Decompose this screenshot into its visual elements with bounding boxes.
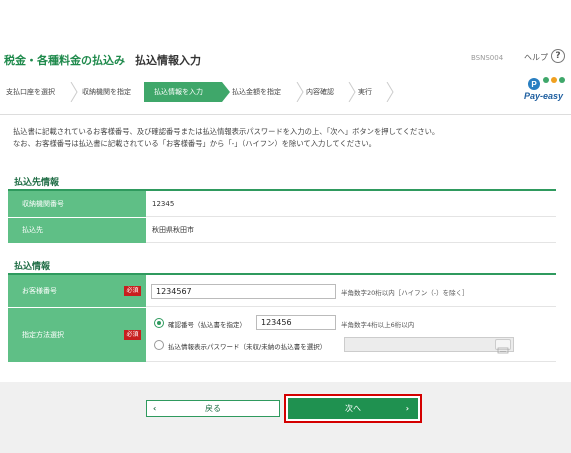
password-radio-label[interactable]: 払込情報表示パスワード（未収/未納の払込書を選択） xyxy=(168,341,326,351)
instruction-line-1: 払込書に記載されているお客様番号、及び確認番号または払込情報表示パスワードを入力… xyxy=(13,127,440,136)
required-badge: 必須 xyxy=(124,330,141,340)
instruction-text: 払込書に記載されているお客様番号、及び確認番号または払込情報表示パスワードを入力… xyxy=(13,126,439,150)
payee-section-title: 払込先情報 xyxy=(14,178,60,188)
step-separator-icon xyxy=(386,82,394,102)
page-header: 税金・各種料金の払込み 払込情報入力 BSNS004 ヘルプ ? xyxy=(0,46,571,72)
pay-easy-logo-text: Pay-easy xyxy=(524,91,564,101)
method-cell xyxy=(146,308,556,362)
step-1: 支払口座を選択 xyxy=(6,88,55,96)
institution-number-value: 12345 xyxy=(146,191,556,217)
payee-value: 秋田県秋田市 xyxy=(146,218,556,243)
back-button-label: 戻る xyxy=(205,404,221,413)
password-radio[interactable] xyxy=(154,340,164,350)
pay-easy-logo-icon: P Pay-easy xyxy=(520,76,568,104)
institution-number-label: 収納機関番号 xyxy=(8,191,146,217)
step-3-active: 払込情報を入力 xyxy=(144,82,222,102)
step-separator-icon xyxy=(348,82,356,102)
step-6: 実行 xyxy=(358,88,372,96)
confirm-number-hint: 半角数字4桁以上6桁以内 xyxy=(341,321,415,329)
step-5: 内容確認 xyxy=(306,88,334,96)
svg-text:P: P xyxy=(531,80,537,89)
chevron-right-icon: › xyxy=(405,404,409,413)
confirm-number-radio-label[interactable]: 確認番号（払込書を指定） xyxy=(168,319,246,329)
step-separator-icon xyxy=(296,82,304,102)
next-button[interactable]: 次へ › xyxy=(288,398,418,419)
password-input[interactable] xyxy=(344,337,514,352)
confirm-number-input[interactable]: 123456 xyxy=(256,315,336,330)
step-indicator: 支払口座を選択 収納機関を指定 払込情報を入力 払込金額を指定 内容確認 実行 xyxy=(0,82,400,102)
software-keyboard-icon[interactable] xyxy=(495,339,511,354)
customer-number-input[interactable]: 1234567 xyxy=(151,284,336,299)
payment-section-title: 払込情報 xyxy=(14,262,51,272)
step-active-arrow-icon xyxy=(222,82,230,102)
help-icon[interactable]: ? xyxy=(551,49,565,63)
payee-label: 払込先 xyxy=(8,218,146,243)
step-2: 収納機関を指定 xyxy=(82,88,131,96)
instruction-line-2: なお、お客様番号は払込書に記載されている「お客様番号」から「-」（ハイフン）を除… xyxy=(13,139,376,148)
help-link[interactable]: ヘルプ xyxy=(524,52,548,63)
page-subtitle: 払込情報入力 xyxy=(135,54,201,67)
customer-number-hint: 半角数字20桁以内［ハイフン（-）を除く］ xyxy=(341,289,469,297)
screen-code: BSNS004 xyxy=(471,54,504,62)
step-4: 払込金額を指定 xyxy=(232,88,281,96)
next-button-label: 次へ xyxy=(345,404,361,413)
chevron-left-icon: ‹ xyxy=(153,404,157,413)
back-button[interactable]: ‹ 戻る xyxy=(146,400,280,417)
confirm-number-radio[interactable] xyxy=(154,318,164,328)
page-title: 税金・各種料金の払込み xyxy=(4,54,125,67)
step-separator-icon xyxy=(70,82,78,102)
required-badge: 必須 xyxy=(124,286,141,296)
